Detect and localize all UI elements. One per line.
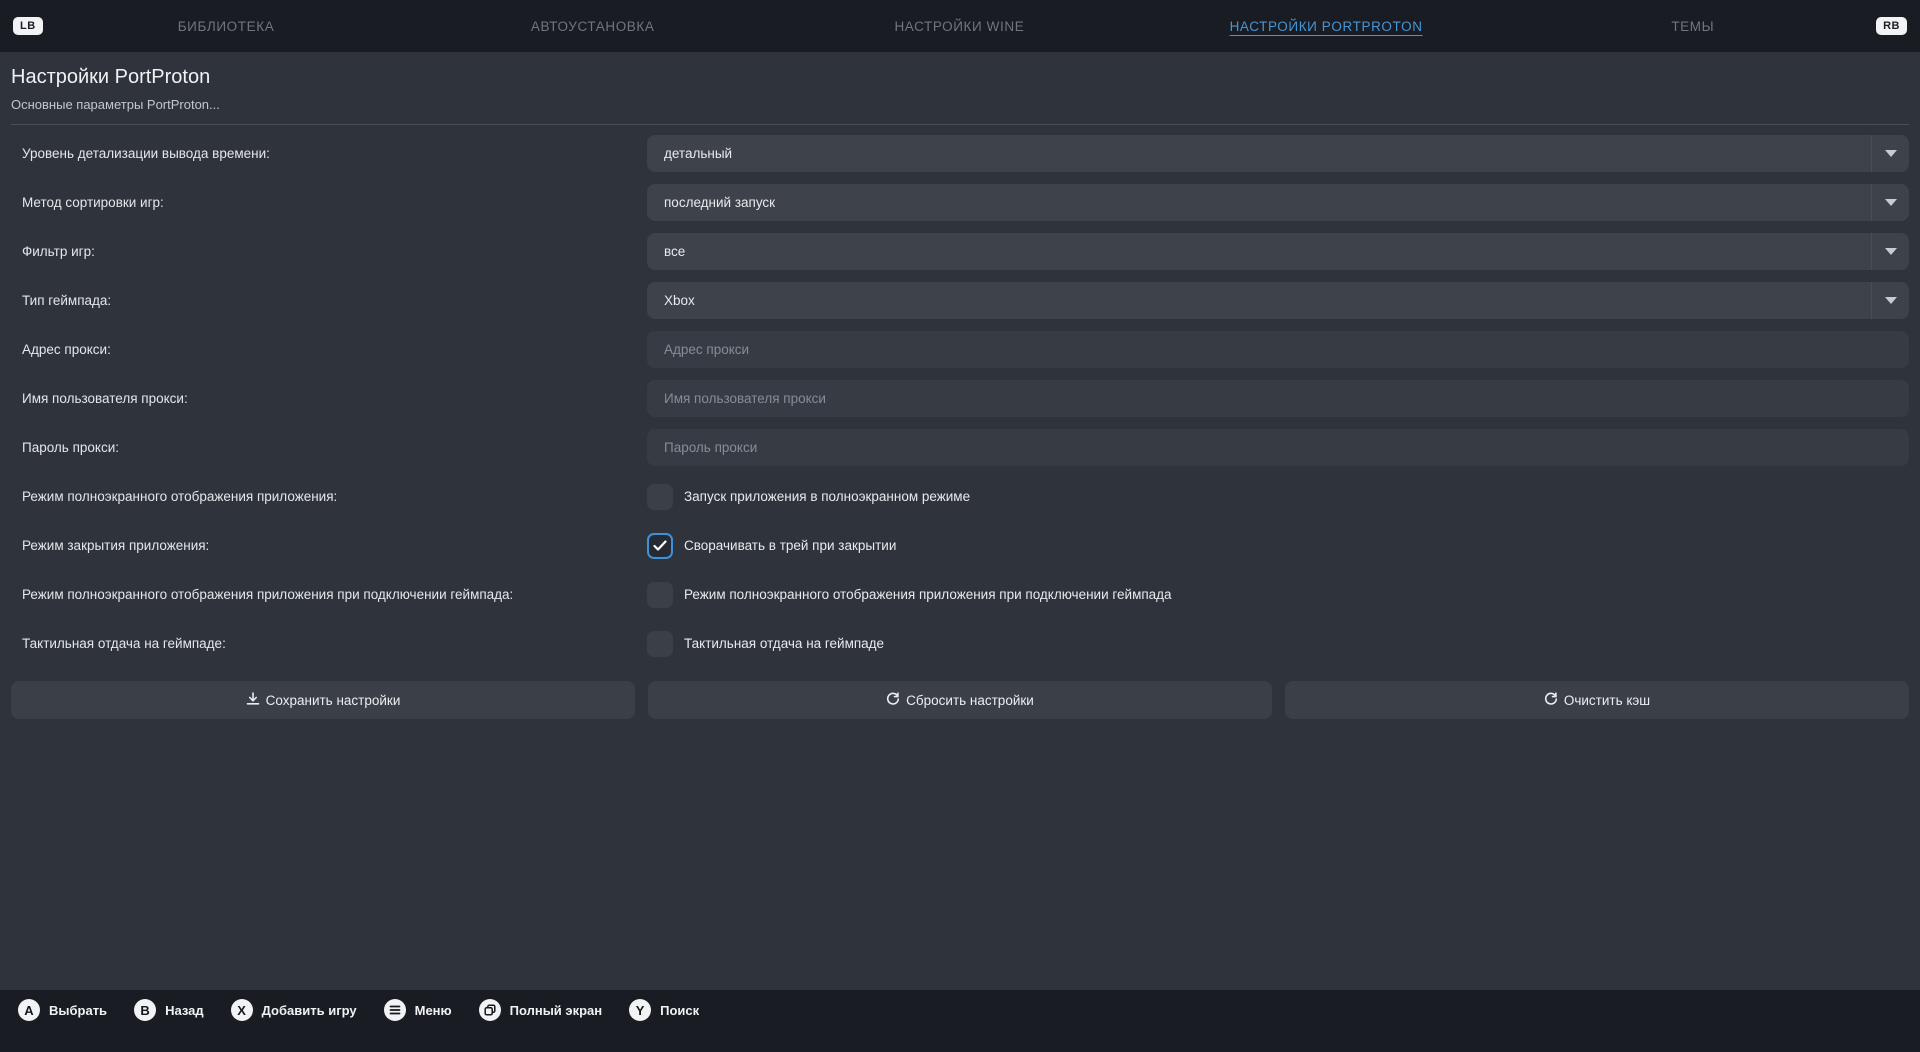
checkbox-label: Сворачивать в трей при закрытии	[684, 538, 896, 553]
sort-method-select[interactable]: последний запуск	[647, 184, 1909, 221]
tab-library[interactable]: БИБЛИОТЕКА	[43, 19, 410, 34]
select-value: Xbox	[647, 293, 695, 308]
hint-label: Назад	[165, 1003, 204, 1018]
tab-wine-settings[interactable]: НАСТРОЙКИ WINE	[776, 19, 1143, 34]
setting-label: Режим закрытия приложения:	[11, 538, 647, 553]
save-icon	[246, 692, 260, 709]
gamepad-b-button-icon: B	[134, 999, 156, 1021]
page-subtitle: Основные параметры PortProton...	[11, 97, 1909, 112]
hint-label: Добавить игру	[262, 1003, 357, 1018]
top-navigation-bar: LB БИБЛИОТЕКА АВТОУСТАНОВКА НАСТРОЙКИ WI…	[0, 0, 1920, 52]
games-filter-select[interactable]: все	[647, 233, 1909, 270]
hint-label: Меню	[415, 1003, 452, 1018]
gamepad-type-select[interactable]: Xbox	[647, 282, 1909, 319]
fullscreen-icon	[479, 999, 501, 1021]
hint-fullscreen: Полный экран	[479, 999, 603, 1021]
save-settings-button[interactable]: Сохранить настройки	[11, 681, 635, 719]
reset-settings-label: Сбросить настройки	[906, 693, 1034, 708]
setting-label: Пароль прокси:	[11, 440, 647, 455]
tab-themes[interactable]: ТЕМЫ	[1509, 19, 1876, 34]
setting-row-sort-method: Метод сортировки игр: последний запуск	[11, 178, 1909, 227]
setting-row-proxy-password: Пароль прокси:	[11, 423, 1909, 472]
hint-back: B Назад	[134, 999, 204, 1021]
hint-label: Поиск	[660, 1003, 699, 1018]
proxy-username-input[interactable]	[647, 380, 1909, 417]
hint-label: Выбрать	[49, 1003, 107, 1018]
gamepad-x-button-icon: X	[231, 999, 253, 1021]
settings-form: Уровень детализации вывода времени: дета…	[11, 129, 1909, 719]
gamepad-hints-bar: A Выбрать B Назад X Добавить игру Меню П…	[0, 990, 1920, 1052]
hint-select: A Выбрать	[18, 999, 107, 1021]
setting-label: Тактильная отдача на геймпаде:	[11, 636, 647, 651]
save-settings-label: Сохранить настройки	[266, 693, 401, 708]
clear-cache-label: Очистить кэш	[1564, 693, 1650, 708]
setting-row-haptic-feedback: Тактильная отдача на геймпаде: Тактильна…	[11, 619, 1909, 668]
haptic-feedback-checkbox[interactable]	[647, 631, 673, 657]
setting-row-games-filter: Фильтр игр: все	[11, 227, 1909, 276]
setting-label: Имя пользователя прокси:	[11, 391, 647, 406]
action-buttons-row: Сохранить настройки Сбросить настройки О…	[11, 681, 1909, 719]
proxy-password-input[interactable]	[647, 429, 1909, 466]
hint-menu: Меню	[384, 999, 452, 1021]
setting-label: Метод сортировки игр:	[11, 195, 647, 210]
checkbox-cell: Запуск приложения в полноэкранном режиме	[647, 484, 1909, 510]
chevron-down-icon	[1871, 135, 1909, 172]
fullscreen-mode-checkbox[interactable]	[647, 484, 673, 510]
chevron-down-icon	[1871, 184, 1909, 221]
setting-row-time-detail: Уровень детализации вывода времени: дета…	[11, 129, 1909, 178]
select-value: детальный	[647, 146, 732, 161]
select-value: все	[647, 244, 685, 259]
right-bumper-badge: RB	[1876, 17, 1907, 35]
setting-row-proxy-username: Имя пользователя прокси:	[11, 374, 1909, 423]
setting-label: Режим полноэкранного отображения приложе…	[11, 587, 647, 602]
checkbox-cell: Сворачивать в трей при закрытии	[647, 533, 1909, 559]
setting-row-fullscreen-mode: Режим полноэкранного отображения приложе…	[11, 472, 1909, 521]
checkbox-label: Тактильная отдача на геймпаде	[684, 636, 884, 651]
setting-label: Режим полноэкранного отображения приложе…	[11, 489, 647, 504]
setting-label: Фильтр игр:	[11, 244, 647, 259]
clear-cache-icon	[1544, 692, 1558, 709]
setting-row-fullscreen-on-gamepad: Режим полноэкранного отображения приложе…	[11, 570, 1909, 619]
hint-search: Y Поиск	[629, 999, 699, 1021]
hint-add-game: X Добавить игру	[231, 999, 357, 1021]
tray-on-close-checkbox[interactable]	[647, 533, 673, 559]
chevron-down-icon	[1871, 233, 1909, 270]
tab-portproton-settings[interactable]: НАСТРОЙКИ PORTPROTON	[1143, 19, 1510, 34]
setting-row-proxy-address: Адрес прокси:	[11, 325, 1909, 374]
gamepad-a-button-icon: A	[18, 999, 40, 1021]
page-title: Настройки PortProton	[11, 66, 1909, 89]
setting-label: Тип геймпада:	[11, 293, 647, 308]
tab-autoinstall[interactable]: АВТОУСТАНОВКА	[409, 19, 776, 34]
checkbox-label: Режим полноэкранного отображения приложе…	[684, 587, 1172, 602]
gamepad-y-button-icon: Y	[629, 999, 651, 1021]
checkbox-cell: Тактильная отдача на геймпаде	[647, 631, 1909, 657]
select-value: последний запуск	[647, 195, 775, 210]
menu-icon	[384, 999, 406, 1021]
setting-label: Уровень детализации вывода времени:	[11, 146, 647, 161]
checkbox-label: Запуск приложения в полноэкранном режиме	[684, 489, 970, 504]
hint-label: Полный экран	[510, 1003, 603, 1018]
setting-row-close-mode: Режим закрытия приложения: Сворачивать в…	[11, 521, 1909, 570]
reset-icon	[886, 692, 900, 709]
clear-cache-button[interactable]: Очистить кэш	[1285, 681, 1909, 719]
checkbox-cell: Режим полноэкранного отображения приложе…	[647, 582, 1909, 608]
time-detail-select[interactable]: детальный	[647, 135, 1909, 172]
chevron-down-icon	[1871, 282, 1909, 319]
settings-page: Настройки PortProton Основные параметры …	[0, 52, 1920, 719]
reset-settings-button[interactable]: Сбросить настройки	[648, 681, 1272, 719]
header-divider	[11, 124, 1909, 125]
tab-bar: БИБЛИОТЕКА АВТОУСТАНОВКА НАСТРОЙКИ WINE …	[43, 19, 1876, 34]
proxy-address-input[interactable]	[647, 331, 1909, 368]
setting-row-gamepad-type: Тип геймпада: Xbox	[11, 276, 1909, 325]
setting-label: Адрес прокси:	[11, 342, 647, 357]
fullscreen-on-gamepad-checkbox[interactable]	[647, 582, 673, 608]
left-bumper-badge: LB	[13, 17, 43, 35]
